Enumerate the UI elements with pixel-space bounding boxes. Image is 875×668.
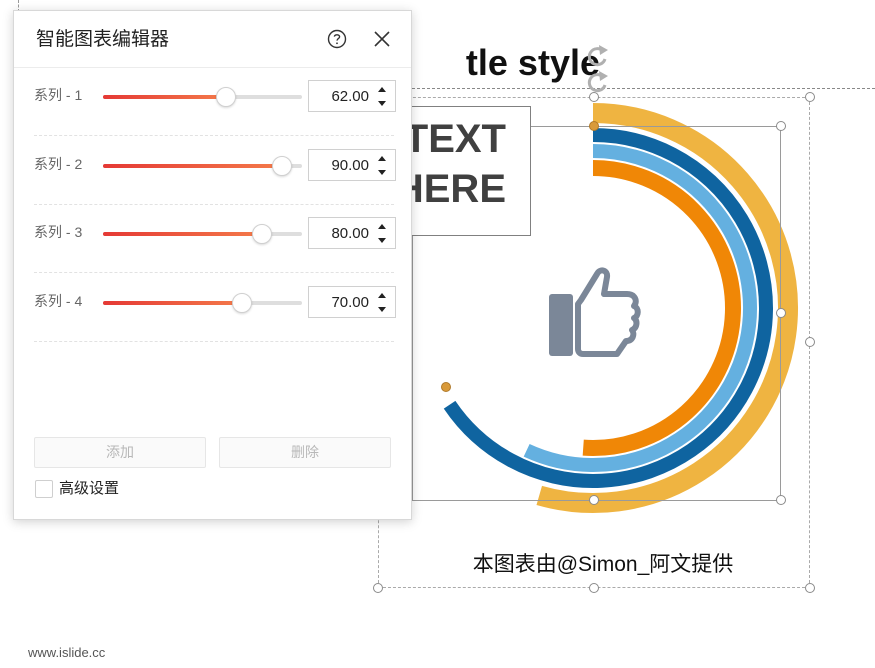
resize-handle-bottom[interactable] — [589, 583, 599, 593]
series-value-input[interactable]: 70.00 — [308, 285, 396, 318]
resize-handle-inner-bottom[interactable] — [589, 495, 599, 505]
series-value-text: 70.00 — [331, 293, 369, 311]
spin-up-icon[interactable] — [375, 290, 389, 302]
series-slider[interactable] — [103, 155, 302, 176]
spin-down-icon[interactable] — [375, 166, 389, 178]
series-slider-knob[interactable] — [252, 224, 273, 244]
resize-handle-inner-right[interactable] — [776, 308, 786, 318]
advanced-settings-label: 高级设置 — [59, 480, 120, 497]
series-row: 系列 - 2 90.00 — [14, 135, 411, 191]
spin-down-icon[interactable] — [375, 97, 389, 109]
spin-up-icon[interactable] — [375, 153, 389, 165]
series-slider-knob[interactable] — [272, 155, 293, 176]
advanced-settings-checkbox[interactable] — [35, 480, 53, 498]
resize-handle-top[interactable] — [589, 92, 599, 102]
watermark: www.islide.cc — [28, 645, 106, 660]
series-value-text: 80.00 — [331, 225, 369, 242]
series-value-text: 90.00 — [331, 156, 369, 174]
row-divider — [34, 340, 394, 342]
add-series-button[interactable]: 添加 — [34, 437, 206, 468]
close-icon[interactable] — [372, 29, 392, 49]
series-slider-fill — [103, 95, 227, 99]
arc-end-handle[interactable] — [441, 382, 451, 392]
series-slider-fill — [103, 232, 263, 236]
smart-chart-editor-panel: 智能图表编辑器 系列 - 1 62.00 系列 - 2 90.00 系列 - 3 80.0… — [13, 10, 412, 520]
series-label: 系列 - 3 — [34, 224, 83, 240]
series-slider[interactable] — [103, 292, 302, 313]
spin-down-icon[interactable] — [375, 234, 389, 246]
delete-series-button[interactable]: 删除 — [219, 437, 391, 468]
series-value-input[interactable]: 80.00 — [308, 217, 396, 249]
chart-caption[interactable]: 本图表由@Simon_阿文提供 — [440, 550, 766, 580]
series-row: 系列 - 1 62.00 — [14, 66, 411, 122]
series-value-input[interactable]: 90.00 — [308, 148, 396, 181]
series-label: 系列 - 2 — [34, 155, 83, 172]
series-slider-knob[interactable] — [216, 87, 237, 107]
resize-handle-top-right[interactable] — [805, 92, 815, 102]
series-slider-knob[interactable] — [232, 292, 253, 313]
series-row: 系列 - 3 80.00 — [14, 203, 411, 259]
series-slider-fill — [103, 163, 283, 168]
resize-handle-right[interactable] — [805, 337, 815, 347]
spin-up-icon[interactable] — [375, 221, 389, 233]
arc-start-handle[interactable] — [589, 121, 599, 131]
series-value-input[interactable]: 62.00 — [308, 80, 396, 112]
question-circle-icon[interactable] — [327, 29, 347, 49]
series-slider[interactable] — [103, 224, 302, 244]
series-row: 系列 - 4 70.00 — [14, 272, 411, 328]
spin-up-icon[interactable] — [375, 84, 389, 96]
spin-down-icon[interactable] — [375, 303, 389, 315]
textbox-line-1: TEXT — [403, 117, 506, 161]
series-slider[interactable] — [103, 87, 302, 107]
series-label: 系列 - 1 — [34, 87, 83, 103]
series-value-text: 62.00 — [331, 88, 369, 105]
panel-header: 智能图表编辑器 — [14, 11, 411, 68]
resize-handle-bottom-left[interactable] — [373, 583, 383, 593]
panel-title: 智能图表编辑器 — [36, 29, 170, 50]
series-label: 系列 - 4 — [34, 292, 83, 309]
series-slider-fill — [103, 300, 243, 305]
rotate-icon[interactable] — [581, 41, 615, 97]
title-underline — [412, 88, 875, 89]
resize-handle-bottom-right[interactable] — [805, 583, 815, 593]
resize-handle-inner-top-right[interactable] — [776, 121, 786, 131]
resize-handle-inner-bottom-right[interactable] — [776, 495, 786, 505]
